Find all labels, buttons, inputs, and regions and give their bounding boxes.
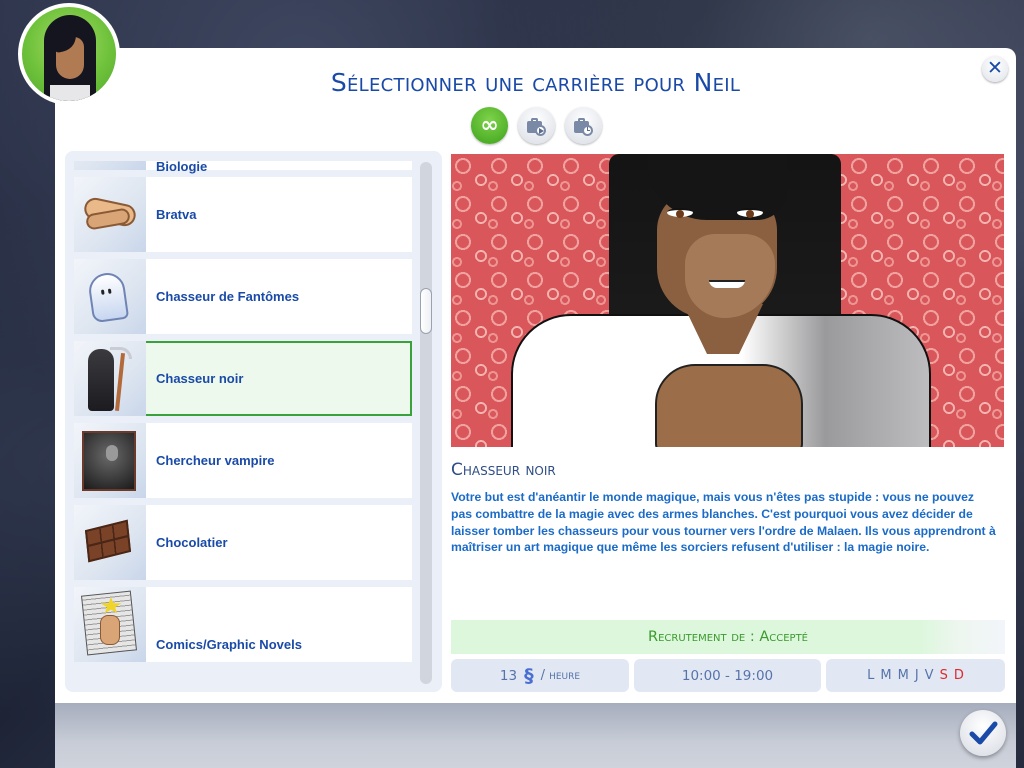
day-tuesday: M xyxy=(880,668,892,683)
comic-book-icon xyxy=(74,587,146,662)
filter-full-time[interactable] xyxy=(518,107,555,144)
career-label: Chasseur de Fantômes xyxy=(156,289,300,304)
career-description: Votre but est d'anéantir le monde magiqu… xyxy=(451,490,996,555)
filter-part-time[interactable] xyxy=(565,107,602,144)
career-label: Chocolatier xyxy=(156,535,228,550)
hours-text: 10:00 - 19:00 xyxy=(681,667,774,684)
ghost-icon xyxy=(74,259,146,334)
checkmark-icon xyxy=(969,721,998,745)
career-item-biologie[interactable]: Biologie xyxy=(74,161,412,174)
handshake-icon xyxy=(74,177,146,252)
simoleon-icon: § xyxy=(524,664,534,687)
close-button[interactable]: ✕ xyxy=(982,56,1008,82)
day-wednesday: M xyxy=(897,668,909,683)
infinity-icon: ∞ xyxy=(480,113,499,138)
sim-portrait-icon xyxy=(22,7,116,101)
career-item-chocolatier[interactable]: Chocolatier xyxy=(74,505,412,580)
career-label: Comics/Graphic Novels xyxy=(156,637,302,652)
pay-amount: 13 xyxy=(499,667,518,684)
day-thursday: J xyxy=(914,668,919,683)
career-label: Chercheur vampire xyxy=(156,453,275,468)
career-label: Biologie xyxy=(156,161,208,174)
career-item-chercheur-vampire[interactable]: Chercheur vampire xyxy=(74,423,412,498)
career-filter-group: ∞ xyxy=(471,107,602,144)
career-title: Chasseur noir xyxy=(451,460,556,480)
day-monday: L xyxy=(867,668,875,683)
career-item-chasseur-de-fantomes[interactable]: Chasseur de Fantômes xyxy=(74,259,412,334)
test-tube-icon xyxy=(74,161,146,170)
work-hours: 10:00 - 19:00 xyxy=(634,659,821,692)
career-info-row: 13 § / heure 10:00 - 19:00 L M M J V S D xyxy=(451,659,1005,692)
vampire-portrait-icon xyxy=(74,423,146,498)
briefcase-play-icon xyxy=(526,116,547,136)
day-sunday: D xyxy=(953,668,964,683)
career-item-chasseur-noir[interactable]: Chasseur noir xyxy=(74,341,412,416)
scrollbar-thumb[interactable] xyxy=(420,288,432,334)
career-list-scrollbar[interactable] xyxy=(420,162,432,684)
career-list-panel: Biologie Bratva Chasseur de Fantômes Cha… xyxy=(65,151,442,692)
career-label: Bratva xyxy=(156,207,197,222)
career-artwork xyxy=(451,154,1004,447)
career-item-comics-graphic-novels[interactable]: Comics/Graphic Novels xyxy=(74,587,412,662)
day-saturday: S xyxy=(939,668,948,683)
recruitment-status: Recrutement de : Accepté xyxy=(451,620,1005,654)
dialog-footer xyxy=(55,703,1016,768)
confirm-button[interactable] xyxy=(960,710,1006,756)
career-item-bratva[interactable]: Bratva xyxy=(74,177,412,252)
chocolate-bar-icon xyxy=(74,505,146,580)
career-list: Biologie Bratva Chasseur de Fantômes Cha… xyxy=(74,161,412,684)
day-friday: V xyxy=(924,668,934,683)
pay-unit: / heure xyxy=(540,668,581,683)
sim-avatar xyxy=(18,3,120,105)
briefcase-clock-icon xyxy=(573,116,594,136)
career-selection-dialog: Sélectionner une carrière pour Neil ✕ ∞ … xyxy=(55,48,1016,768)
work-days: L M M J V S D xyxy=(826,659,1005,692)
pay-rate: 13 § / heure xyxy=(451,659,629,692)
filter-all-careers[interactable]: ∞ xyxy=(471,107,508,144)
close-icon: ✕ xyxy=(987,57,1003,79)
career-label: Chasseur noir xyxy=(156,371,244,386)
grim-reaper-icon xyxy=(74,341,146,416)
dialog-title: Sélectionner une carrière pour Neil xyxy=(330,68,741,97)
